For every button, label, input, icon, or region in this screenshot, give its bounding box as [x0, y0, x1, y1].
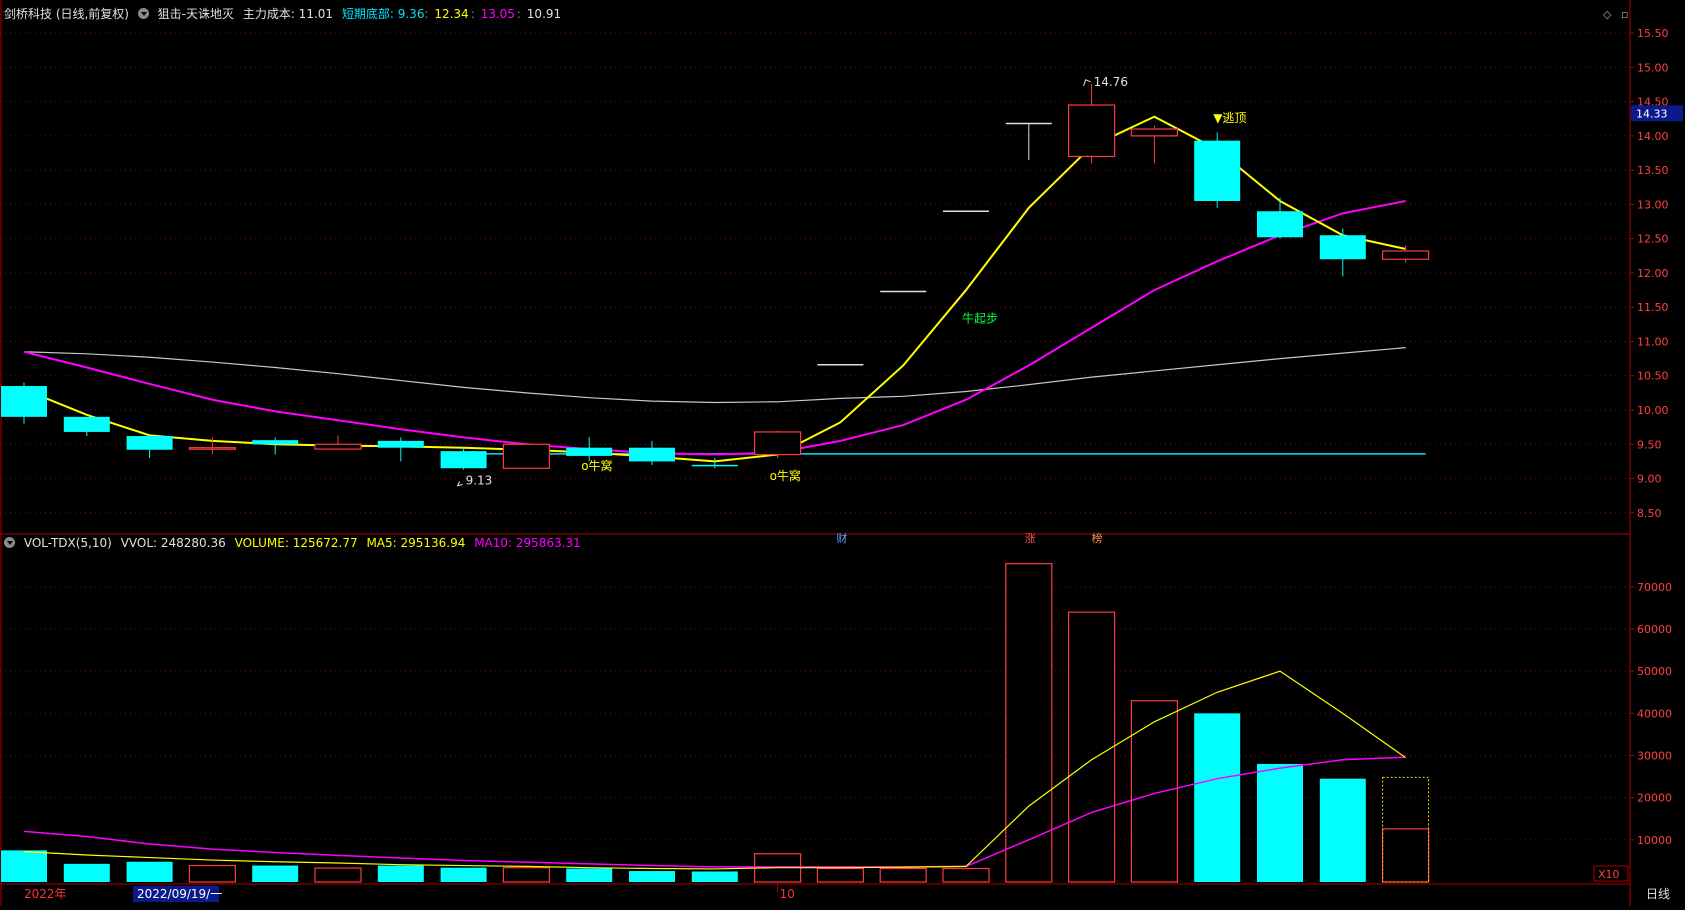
volume-bar[interactable] [1257, 763, 1303, 882]
price-tick-label: 13.00 [1637, 198, 1669, 211]
candle-body[interactable] [1381, 250, 1430, 260]
volume-tick-label: 40000 [1637, 707, 1672, 720]
niuqibu-label: 牛起步 [962, 310, 998, 325]
candle-body[interactable] [1130, 128, 1179, 137]
vvol-value: VVOL: 248280.36 [120, 536, 226, 550]
volume-bar[interactable] [1130, 700, 1179, 883]
volume-bar[interactable] [1005, 563, 1053, 883]
volume-unit-label: X10 [1598, 868, 1620, 881]
price-tick-label: 9.00 [1637, 473, 1662, 486]
event-zhang-label: 涨 [1025, 532, 1036, 545]
price-tick-label: 10.50 [1637, 370, 1669, 383]
corner-controls: ◇ ▫ [1597, 8, 1628, 21]
diamond-icon[interactable]: ◇ [1603, 8, 1611, 21]
volume-bar[interactable] [1, 850, 47, 882]
price-header: 剑桥科技 (日线,前复权) 狙击-天诛地灭 主力成本: 11.01 短期底部: … [4, 7, 562, 21]
price-tick-label: 10.00 [1637, 404, 1669, 417]
candle-body[interactable] [1, 386, 47, 417]
volume-bar[interactable] [1381, 828, 1430, 883]
candle-body[interactable] [314, 443, 362, 450]
volume-value: VOLUME: 125672.77 [234, 536, 358, 550]
volume-header: VOL-TDX(5,10) VVOL: 248280.36 VOLUME: 12… [4, 535, 586, 551]
price-tick-label: 11.50 [1637, 301, 1669, 314]
value-magenta: 13.05 [480, 7, 515, 21]
volume-bar[interactable] [440, 867, 487, 882]
volume-tick-label: 60000 [1637, 623, 1672, 636]
candle-body[interactable] [252, 440, 299, 445]
volume-bar[interactable] [502, 867, 550, 883]
niuwo-label-2: o牛窝 [770, 468, 801, 483]
time-date-label: 2022/09/19/一 [137, 887, 222, 901]
volume-tick-label: 70000 [1637, 581, 1672, 594]
volume-bar[interactable] [188, 864, 236, 883]
candle-body[interactable] [691, 464, 738, 467]
volume-tick-label: 10000 [1637, 834, 1672, 847]
candle-body[interactable] [629, 447, 675, 462]
event-cai-label: 财 [836, 531, 847, 545]
price-tick-label: 15.00 [1637, 61, 1669, 74]
volume-bar[interactable] [63, 863, 110, 882]
stock-title: 剑桥科技 (日线,前复权) [4, 7, 129, 21]
vol-name[interactable]: VOL-TDX(5,10) [24, 536, 112, 550]
cost-label: 主力成本: 11.01 [242, 7, 334, 21]
candle-body[interactable] [502, 443, 550, 469]
dropdown-icon[interactable] [137, 8, 149, 19]
candle-body[interactable] [1194, 140, 1241, 201]
kline-chart[interactable]: 15.5015.0014.5014.0013.5013.0012.5012.00… [0, 0, 1685, 906]
bottom-label: 短期底部: 9.36 [341, 7, 425, 21]
candle-body[interactable] [566, 447, 613, 456]
candle-body[interactable] [188, 447, 236, 450]
indicator-name[interactable]: 狙击-天诛地灭 [158, 7, 234, 21]
volume-bar[interactable] [691, 871, 738, 882]
candle-body[interactable] [63, 416, 110, 432]
volume-bar[interactable] [252, 865, 299, 882]
ma5-value: MA5: 295136.94 [366, 536, 466, 550]
volume-tick-label: 20000 [1637, 792, 1672, 805]
dropdown-icon[interactable] [4, 537, 15, 548]
volume-bar[interactable] [629, 871, 675, 882]
chart-area[interactable]: 15.50 15.00 14.50 14.00 13.50 13.00 12.50 12.00… [0, 0, 1685, 906]
candle-body[interactable] [440, 451, 487, 469]
event-bang-label: 榜 [1092, 531, 1103, 545]
ma10-value: MA10: 295863.31 [474, 536, 581, 550]
candle-body[interactable] [126, 436, 173, 450]
price-tick-label: 15.50 [1637, 27, 1669, 40]
price-tick-label: 11.00 [1637, 335, 1669, 348]
volume-bar[interactable] [1067, 611, 1116, 883]
volume-bar[interactable] [1319, 778, 1366, 882]
candle-body[interactable] [1067, 104, 1116, 158]
low-price-label: 9.13 [466, 474, 493, 488]
high-price-label: 14.76 [1094, 75, 1128, 89]
price-tick-label: 13.50 [1637, 164, 1669, 177]
period-label: 日线 [1646, 887, 1670, 901]
volume-bar[interactable] [816, 867, 865, 883]
volume-tick-label: 50000 [1637, 665, 1672, 678]
candle-body[interactable] [1257, 211, 1303, 238]
price-tick-label: 12.50 [1637, 233, 1669, 246]
background [0, 0, 1685, 906]
candle-body[interactable] [753, 431, 802, 456]
niuwo-label-1: o牛窝 [581, 458, 612, 473]
value-white: 10.91 [526, 7, 562, 21]
value-yellow: 12.34 [434, 7, 469, 21]
square-icon[interactable]: ▫ [1621, 8, 1628, 21]
price-tick-label: 8.50 [1637, 507, 1662, 520]
volume-bar[interactable] [314, 867, 362, 883]
current-price-label: 14.33 [1636, 107, 1668, 120]
price-tick-label: 14.00 [1637, 130, 1669, 143]
volume-bar[interactable] [126, 861, 173, 882]
candle-body[interactable] [1319, 235, 1366, 260]
price-tick-label: 9.50 [1637, 438, 1662, 451]
time-year-label: 2022年 [24, 887, 67, 901]
taoding-label: ▼逃顶 [1213, 111, 1246, 125]
candle-body[interactable] [377, 440, 424, 448]
price-tick-label: 12.00 [1637, 267, 1669, 280]
volume-bar[interactable] [377, 865, 424, 882]
volume-bar[interactable] [879, 867, 927, 883]
volume-tick-label: 30000 [1637, 750, 1672, 763]
volume-bar[interactable] [942, 867, 990, 883]
time-month-label: 10 [780, 887, 795, 901]
volume-bar[interactable] [1194, 713, 1241, 882]
volume-bar[interactable] [566, 868, 613, 882]
